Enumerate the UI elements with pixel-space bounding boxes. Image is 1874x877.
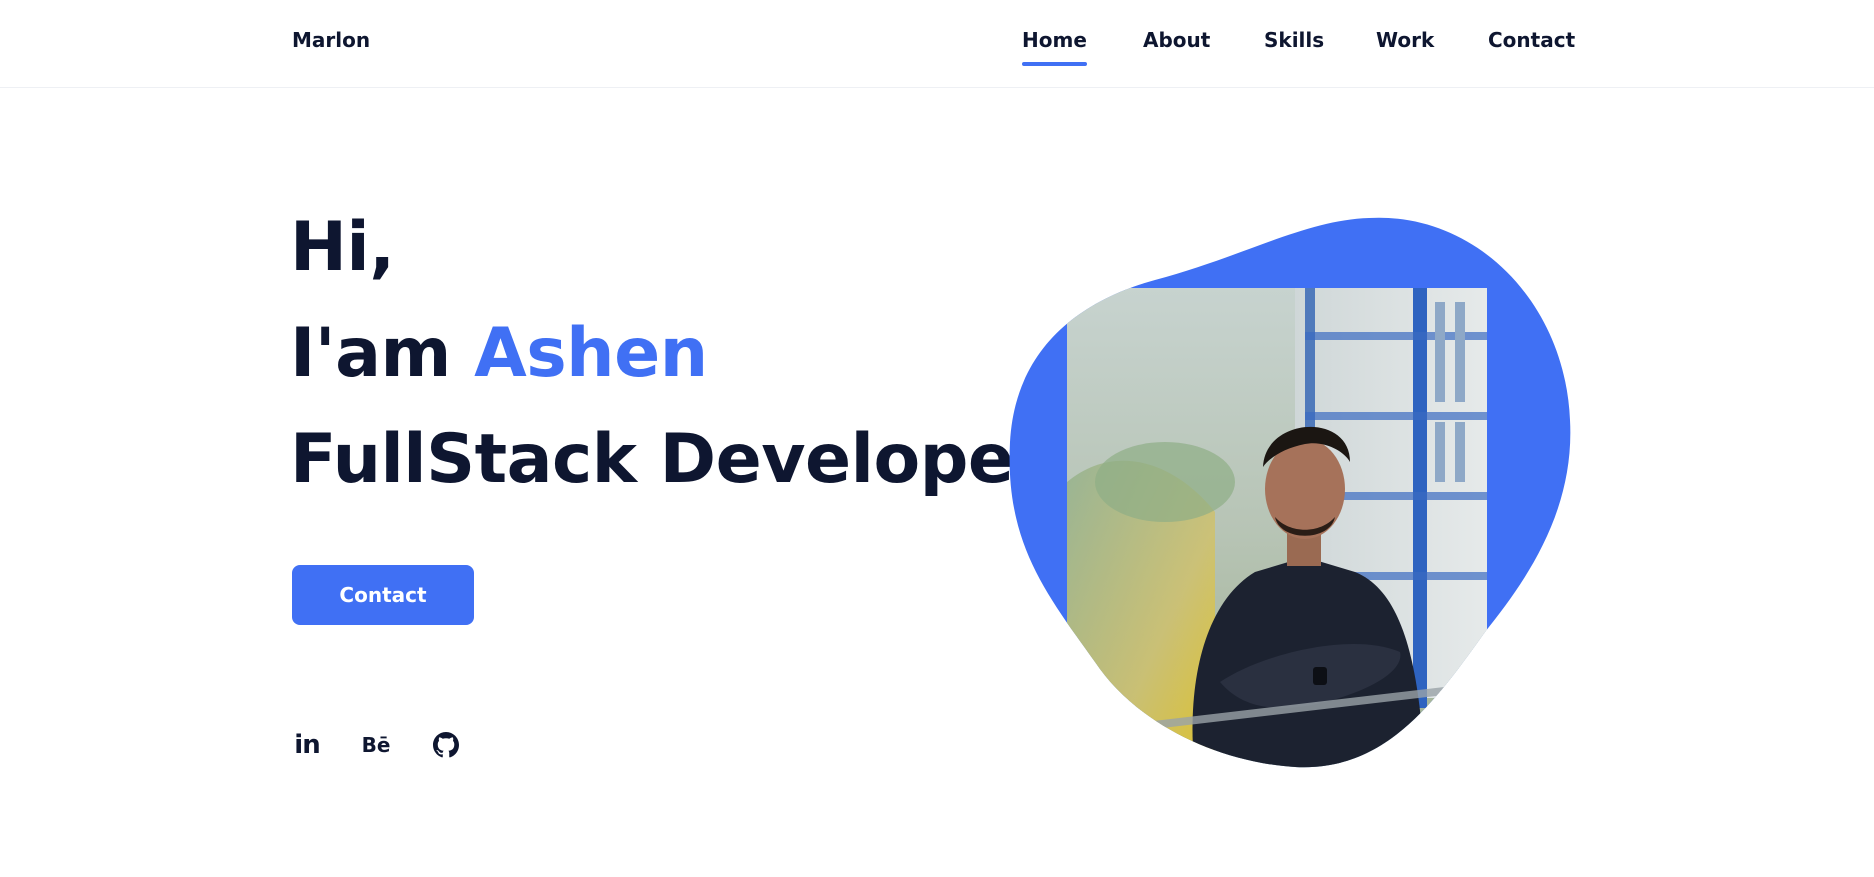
- nav-about[interactable]: About: [1143, 28, 1210, 52]
- nav-contact[interactable]: Contact: [1488, 28, 1575, 52]
- nav-home[interactable]: Home: [1022, 28, 1087, 66]
- behance-link[interactable]: Bē: [360, 728, 392, 762]
- hero-intro-prefix: I'am: [290, 314, 451, 393]
- nav-skills[interactable]: Skills: [1264, 28, 1324, 52]
- hero-photo-blob: [1005, 212, 1575, 774]
- github-link[interactable]: [432, 728, 460, 762]
- github-icon: [433, 732, 459, 758]
- site-header: Marlon Home About Skills Work Contact: [0, 0, 1874, 88]
- contact-button[interactable]: Contact: [292, 565, 474, 625]
- hero-greeting: Hi,: [290, 208, 395, 287]
- hero-name: Ashen: [474, 314, 708, 393]
- behance-icon: Bē: [361, 733, 391, 757]
- linkedin-link[interactable]: in: [292, 728, 322, 762]
- hero-photo: [1009, 217, 1571, 768]
- hero-intro: I'am Ashen: [290, 320, 708, 388]
- hero-role: FullStack Developer: [290, 420, 1047, 499]
- linkedin-icon: in: [294, 730, 320, 760]
- site-logo[interactable]: Marlon: [292, 28, 370, 52]
- nav-work[interactable]: Work: [1376, 28, 1434, 52]
